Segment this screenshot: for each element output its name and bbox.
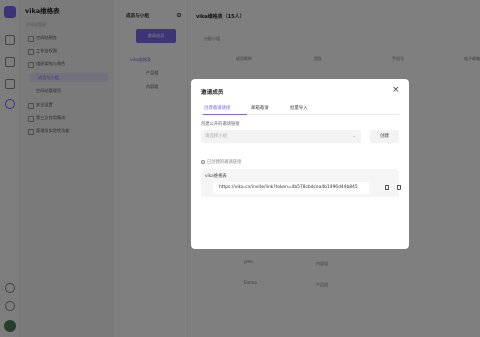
active-tab-indicator (203, 114, 247, 115)
copy-icon[interactable] (385, 185, 389, 190)
create-link-button[interactable]: 创建 (370, 130, 399, 143)
invite-link-card: vika维格表 https://vika.cn/invite/link?toke… (201, 169, 401, 197)
link-team-name: vika维格表 (205, 174, 227, 179)
delete-icon[interactable] (397, 185, 401, 190)
invite-tabs: 创建邀请链接 邮箱邀请 批量导入 (201, 103, 399, 115)
chevron-down-icon: ⌄ (352, 134, 356, 139)
invite-modal: 邀请成员 × 创建邀请链接 邮箱邀请 批量导入 创建公开的邀请链接 请选择小组 … (191, 79, 409, 249)
tab-invite-link[interactable]: 创建邀请链接 (204, 105, 230, 111)
modal-title: 邀请成员 (201, 90, 224, 96)
invite-link-url[interactable]: https://vika.cn/invite/link?token=4b578c… (213, 182, 369, 194)
close-icon[interactable]: × (392, 86, 400, 95)
team-select[interactable]: 请选择小组 ⌄ (201, 130, 361, 143)
team-select-placeholder: 请选择小组 (205, 134, 227, 139)
tab-bulk-import[interactable]: 批量导入 (290, 105, 308, 111)
created-links-text: 已创建的邀请链接 (207, 160, 242, 165)
create-link-label: 创建公开的邀请链接 (201, 122, 240, 127)
created-links-label: 已创建的邀请链接 (201, 159, 241, 165)
tab-email-invite[interactable]: 邮箱邀请 (251, 105, 269, 111)
info-icon (201, 159, 205, 164)
